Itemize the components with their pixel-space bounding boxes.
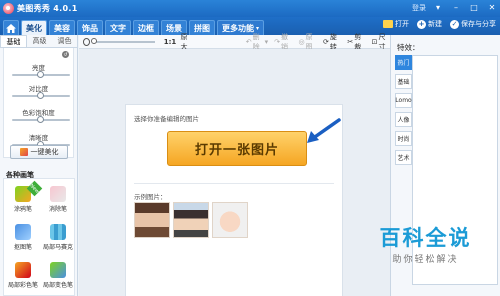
mosaic-icon (50, 224, 66, 240)
login-link[interactable]: 登录 (412, 3, 426, 13)
window-controls: 登录 ▾ – □ ✕ (412, 2, 498, 13)
open-action-label: 打开 (395, 20, 409, 28)
reset-icon[interactable]: ↺ (62, 51, 69, 58)
brush-color-change[interactable]: 局部变色笔 (41, 259, 75, 289)
new-action[interactable]: + 新建 (417, 19, 442, 29)
brush-mosaic[interactable]: 局部马赛克 (41, 221, 75, 251)
brush-doodle-label: 涂鸦笔 (13, 206, 32, 213)
undo-icon: ↷ (274, 37, 280, 46)
skin-icon[interactable]: ▾ (432, 2, 444, 13)
saturation-slider[interactable] (12, 116, 70, 123)
zoom-knob[interactable] (91, 37, 98, 44)
tab-home[interactable] (3, 20, 19, 35)
delete-icon: ↶ (245, 37, 252, 46)
effect-tab-hot[interactable]: 热门 (395, 55, 412, 70)
effects-title: 特效： (397, 43, 420, 52)
brush-cutout[interactable]: 抠图笔 (6, 221, 40, 251)
title-bar: 美图秀秀 4.0.1 登录 ▾ – □ ✕ (0, 0, 500, 17)
left-subtabs: 基础 高级 调色 (0, 35, 77, 48)
contrast-slider[interactable] (12, 92, 70, 99)
example-image-3[interactable] (212, 202, 248, 238)
plus-icon: + (417, 19, 426, 29)
app-logo-icon (3, 3, 14, 14)
effect-tab-portrait[interactable]: 人像 (395, 112, 412, 127)
rotate-icon: ⟳ (322, 37, 329, 46)
effect-tab-fashion[interactable]: 时尚 (395, 131, 412, 146)
tab-collage[interactable]: 拼图 (189, 20, 215, 35)
watermark-subtitle: 助你轻松解决 (392, 254, 459, 265)
adjust-sliders: ↺ 亮度 对比度 色彩饱和度 清晰度 (3, 48, 74, 158)
app-title: 美图秀秀 4.0.1 (17, 4, 78, 13)
maximize-button[interactable]: □ (468, 2, 480, 13)
brush-doodle[interactable]: New 涂鸦笔 (6, 180, 43, 213)
saturation-knob[interactable] (37, 116, 44, 123)
brightness-knob[interactable] (37, 71, 44, 78)
one-key-label: 一键美化 (30, 148, 59, 156)
chevron-down-icon: ▾ (256, 24, 260, 32)
home-icon (6, 23, 16, 33)
brush-color-change-label: 局部变色笔 (42, 282, 73, 289)
magic-wand-icon (19, 148, 28, 156)
watermark-title: 百科全说 (379, 225, 472, 250)
tab-beauty[interactable]: 美容 (49, 20, 75, 35)
brightness-slider[interactable] (12, 71, 70, 78)
folder-icon (383, 20, 393, 28)
minimize-button[interactable]: – (450, 2, 462, 13)
watermark: 百科全说 助你轻松解决 (358, 212, 493, 278)
save-share-action[interactable]: ✓ 保存与分享 (450, 19, 496, 29)
brush-mosaic-label: 局部马赛克 (42, 244, 73, 251)
crop-icon: ✂ (347, 37, 354, 46)
contrast-knob[interactable] (37, 92, 44, 99)
close-button[interactable]: ✕ (486, 2, 498, 13)
effect-tab-art[interactable]: 艺术 (395, 150, 412, 165)
restore-icon: ◎ (298, 37, 305, 46)
tab-beautify[interactable]: 美化 (21, 20, 47, 35)
left-panel: 基础 高级 调色 ↺ 亮度 对比度 色彩饱和度 清晰度 一键美化 各种画笔 Ne… (0, 35, 78, 296)
example-images-label: 示例图片： (134, 193, 167, 201)
resize-icon: ⊡ (371, 37, 378, 46)
subtab-advanced[interactable]: 高级 (27, 35, 52, 47)
brush-eraser-label: 消除笔 (48, 206, 67, 213)
new-action-label: 新建 (428, 20, 442, 28)
example-image-1[interactable] (134, 202, 170, 238)
open-image-card: 选择你准备编辑的图片 打开一张图片 示例图片： (125, 104, 343, 296)
color-change-icon (50, 262, 66, 278)
effect-tab-basic[interactable]: 基础 (395, 74, 412, 89)
save-share-label: 保存与分享 (461, 20, 496, 28)
pointer-arrow-icon (307, 118, 341, 143)
eraser-icon (50, 186, 66, 202)
one-key-beautify-button[interactable]: 一键美化 (10, 145, 68, 159)
image-toolbar: 1:1 原大 ↶ 删除 ▾ ↷ 撤销 ◎ 原图 ⟳ 旋转 ✂ 剪裁 ⊡ 尺寸 (79, 33, 390, 51)
brush-panel: New 涂鸦笔 消除笔 抠图笔 局部马赛克 局部彩色笔 局部变色笔 (3, 178, 75, 296)
brush-local-color-label: 局部彩色笔 (7, 282, 38, 289)
card-divider (134, 183, 334, 184)
brush-eraser[interactable]: 消除笔 (41, 183, 75, 213)
effect-tab-lomo[interactable]: Lomo (395, 93, 412, 108)
open-image-button[interactable]: 打开一张图片 (167, 131, 307, 166)
subtab-basic[interactable]: 基础 (0, 35, 27, 47)
open-action[interactable]: 打开 (383, 19, 409, 29)
canvas-area: 选择你准备编辑的图片 打开一张图片 示例图片： (79, 49, 390, 296)
color-pen-icon (15, 262, 31, 278)
zoom-icon (83, 37, 91, 46)
zoom-ratio-label: 1:1 (163, 37, 177, 46)
tab-frame[interactable]: 边框 (133, 20, 159, 35)
zoom-slider[interactable] (91, 37, 155, 44)
app-window: 美图秀秀 4.0.1 登录 ▾ – □ ✕ 美化 美容 饰品 文字 边框 场景 … (0, 0, 500, 296)
tab-text[interactable]: 文字 (105, 20, 131, 35)
example-image-2[interactable] (173, 202, 209, 238)
save-icon: ✓ (450, 19, 459, 29)
subtab-color[interactable]: 调色 (52, 35, 77, 47)
select-image-hint: 选择你准备编辑的图片 (134, 115, 199, 123)
tab-accessories[interactable]: 饰品 (77, 20, 103, 35)
cutout-icon (15, 224, 31, 240)
brush-local-color[interactable]: 局部彩色笔 (6, 259, 40, 289)
header-actions: 打开 + 新建 ✓ 保存与分享 (383, 19, 496, 29)
brush-cutout-label: 抠图笔 (13, 244, 32, 251)
